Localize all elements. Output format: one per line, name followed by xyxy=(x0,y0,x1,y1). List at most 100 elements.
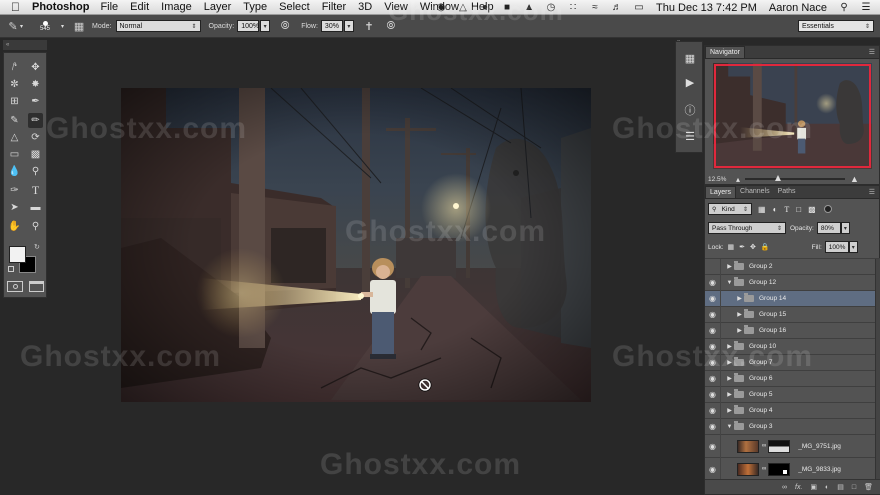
expand-arrow-icon[interactable]: ▶ xyxy=(735,327,744,334)
layer-opacity-arrow[interactable]: ▾ xyxy=(840,222,850,234)
crop-tool-icon[interactable]: ⊞ xyxy=(7,94,22,109)
eyedropper-tool-icon[interactable]: ✒ xyxy=(28,94,43,109)
layer-opacity-input[interactable]: 80% xyxy=(816,222,841,234)
eye-icon[interactable]: ◉ xyxy=(705,457,721,481)
layer-mask-thumbnail[interactable] xyxy=(768,462,791,476)
rectangle-tool-icon[interactable]: ▬ xyxy=(28,200,43,215)
swap-colors-icon[interactable]: ↻ xyxy=(34,243,40,251)
eye-icon[interactable]: ◉ xyxy=(705,402,721,419)
link-layers-icon[interactable]: ∞ xyxy=(782,484,787,491)
status-icon-3[interactable]: ● xyxy=(479,2,491,13)
new-group-icon[interactable]: ▤ xyxy=(837,483,844,491)
menu-file[interactable]: File xyxy=(100,1,118,13)
brush-tool-preset-icon[interactable]: ✎ xyxy=(6,19,20,33)
notification-icon[interactable]: ☰ xyxy=(860,2,872,13)
expand-arrow-icon[interactable]: ▶ xyxy=(725,407,734,414)
foreground-color-swatch[interactable] xyxy=(9,246,26,263)
layer-row[interactable]: ▶ Group 2 xyxy=(705,258,875,275)
layer-row[interactable]: ◉ ▼ Group 12 xyxy=(705,274,875,291)
filter-toggle[interactable] xyxy=(823,205,832,213)
brush-size-picker[interactable]: 545 xyxy=(33,16,57,36)
tab-layers[interactable]: Layers xyxy=(705,186,737,198)
layer-row[interactable]: ◉ ▼ Group 3 xyxy=(705,418,875,435)
layer-row[interactable]: ◉ ▶ Group 10 xyxy=(705,338,875,355)
pressure-opacity-icon[interactable]: ⦾ xyxy=(278,19,292,33)
info-panel-icon[interactable]: ⓘ xyxy=(682,102,698,118)
filter-smart-object-icon[interactable]: ▩ xyxy=(808,205,816,214)
hand-tool-icon[interactable]: ✋ xyxy=(7,219,22,234)
bluetooth-icon[interactable]: ∷ xyxy=(567,2,579,13)
layer-row[interactable]: ◉ ▶ Group 15 xyxy=(705,306,875,323)
lock-image-icon[interactable]: ✒ xyxy=(739,243,745,251)
image-layer-row[interactable]: ◉ ∞ _MG_9833.jpg xyxy=(705,457,875,481)
flow-input[interactable]: 30% xyxy=(320,20,343,32)
pressure-size-icon[interactable]: ⦾ xyxy=(384,19,398,33)
expand-arrow-icon[interactable]: ▶ xyxy=(735,295,744,302)
add-mask-icon[interactable]: ▣ xyxy=(810,483,817,491)
screen-mode-icon[interactable] xyxy=(29,281,44,292)
zoom-tool-icon[interactable]: ⚲ xyxy=(28,219,43,234)
layers-menu-icon[interactable]: ☰ xyxy=(869,188,875,196)
adjustment-layer-icon[interactable]: ◐ xyxy=(825,484,829,491)
menu-image[interactable]: Image xyxy=(161,1,192,13)
move-tool-icon[interactable]: ✥ xyxy=(28,60,43,75)
marquee-tool-icon[interactable]: ⭚ xyxy=(7,60,22,75)
layer-row[interactable]: ◉ ▶ Group 6 xyxy=(705,370,875,387)
path-selection-tool-icon[interactable]: ➤ xyxy=(7,200,22,215)
trash-icon[interactable]: 🗑 xyxy=(864,483,873,491)
eye-icon[interactable]: ◉ xyxy=(705,354,721,371)
wifi-icon[interactable]: ≈ xyxy=(589,2,601,13)
layer-row[interactable]: ◉ ▶ Group 5 xyxy=(705,386,875,403)
clock-icon[interactable]: ◷ xyxy=(545,2,557,13)
collapse-arrow-icon[interactable]: ▼ xyxy=(725,280,734,286)
layer-row-selected[interactable]: ◉ ▶ Group 14 xyxy=(705,290,875,307)
menu-filter[interactable]: Filter xyxy=(322,1,346,13)
expand-arrow-icon[interactable]: ▶ xyxy=(725,391,734,398)
healing-brush-tool-icon[interactable]: ✎ xyxy=(7,113,22,128)
preset-dropdown-arrow[interactable]: ▾ xyxy=(20,23,23,30)
actions-panel-icon[interactable]: ▶ xyxy=(682,74,698,90)
lock-position-icon[interactable]: ✥ xyxy=(750,243,756,251)
brush-tool-icon[interactable]: ✏ xyxy=(28,113,43,128)
adjustments-panel-icon[interactable]: ☰ xyxy=(682,128,698,144)
filter-kind-select[interactable]: ⚲ Kind ⇕ xyxy=(708,203,752,215)
tools-collapse-bar[interactable]: « xyxy=(3,40,47,50)
workspace-select[interactable]: Essentials ⇕ xyxy=(798,20,874,32)
airbrush-icon[interactable]: ✝ xyxy=(362,19,376,33)
new-layer-icon[interactable]: □ xyxy=(852,484,856,491)
layer-mask-thumbnail[interactable] xyxy=(768,439,791,453)
menubar-datetime[interactable]: Thu Dec 13 7:42 PM xyxy=(656,2,757,14)
document-canvas[interactable] xyxy=(121,88,591,402)
eye-icon[interactable]: ◉ xyxy=(705,370,721,387)
tab-navigator[interactable]: Navigator xyxy=(705,46,745,58)
expand-arrow-icon[interactable]: ▶ xyxy=(725,263,734,270)
layer-row[interactable]: ◉ ▶ Group 7 xyxy=(705,354,875,371)
lock-all-icon[interactable]: 🔒 xyxy=(761,243,770,251)
navigator-zoom-value[interactable]: 12.5% xyxy=(708,176,730,183)
menu-app-name[interactable]: Photoshop xyxy=(32,1,89,13)
status-icon-1[interactable]: ◉ xyxy=(435,2,447,13)
navigator-menu-icon[interactable]: ☰ xyxy=(869,48,875,56)
menu-select[interactable]: Select xyxy=(279,1,310,13)
status-icon-5[interactable]: ▲ xyxy=(523,2,535,13)
expand-arrow-icon[interactable]: ▶ xyxy=(725,375,734,382)
layer-row[interactable]: ◉ ▶ Group 4 xyxy=(705,402,875,419)
brush-panel-toggle-icon[interactable]: ▦ xyxy=(72,19,86,33)
eye-icon[interactable]: ◉ xyxy=(705,338,721,355)
filter-pixel-icon[interactable]: ▦ xyxy=(758,205,766,214)
eraser-tool-icon[interactable]: ▭ xyxy=(7,147,22,162)
history-panel-icon[interactable]: ▦ xyxy=(682,50,698,66)
dodge-tool-icon[interactable]: ⚲ xyxy=(28,164,43,179)
image-layer-row[interactable]: ◉ ∞ _MG_9751.jpg xyxy=(705,434,875,458)
opacity-dropdown-arrow[interactable]: ▾ xyxy=(260,20,271,32)
lock-transparent-icon[interactable]: ▦ xyxy=(728,243,735,251)
battery-icon[interactable]: ▭ xyxy=(633,2,645,13)
zoom-out-icon[interactable]: ▴ xyxy=(736,175,740,184)
status-icon-4[interactable]: ■ xyxy=(501,2,513,13)
filter-type-icon[interactable]: T xyxy=(784,205,789,214)
collapse-arrow-icon[interactable]: ▼ xyxy=(725,424,734,430)
clone-stamp-tool-icon[interactable]: △ xyxy=(7,130,22,145)
pen-tool-icon[interactable]: ✑ xyxy=(7,183,22,198)
expand-arrow-icon[interactable]: ▶ xyxy=(735,311,744,318)
zoom-slider-thumb[interactable] xyxy=(775,175,782,181)
